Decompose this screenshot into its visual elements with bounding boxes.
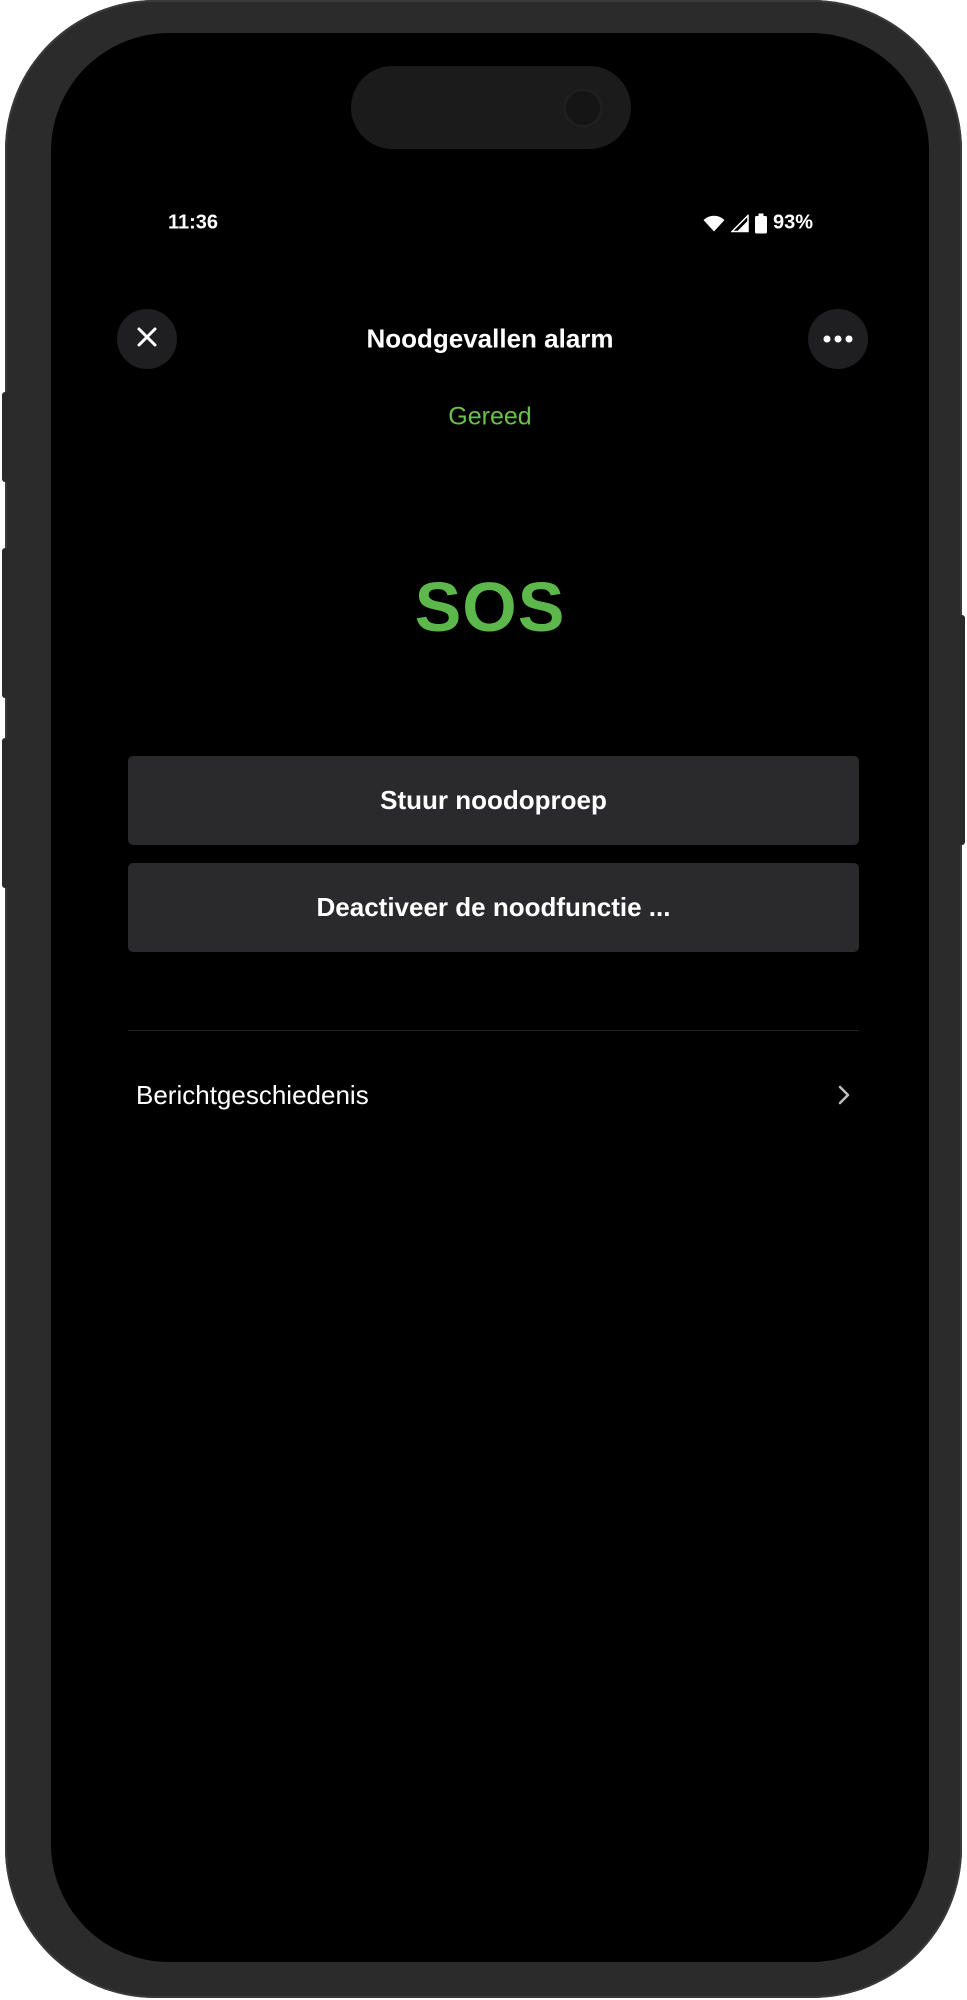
wifi-icon [703, 214, 725, 232]
action-button [2, 392, 8, 482]
power-button [959, 615, 965, 845]
phone-frame: 11:36 93% Noodgevallen alarm Gereed SOS … [2, 0, 965, 1998]
battery-icon [754, 213, 767, 233]
status-time: 11:36 [168, 211, 219, 234]
more-options-button[interactable] [808, 309, 868, 369]
status-label: Gereed [448, 402, 532, 431]
status-icons: 93% [703, 212, 813, 235]
sos-label: SOS [414, 568, 566, 646]
message-history-label: Berichtgeschiedenis [136, 1079, 369, 1110]
deactivate-emergency-button[interactable]: Deactiveer de noodfunctie ... [128, 863, 859, 952]
battery-percent: 93% [772, 211, 813, 234]
more-icon [823, 330, 853, 348]
volume-down-button [2, 738, 8, 888]
page-title: Noodgevallen alarm [366, 323, 614, 354]
volume-up-button [2, 548, 8, 698]
dynamic-island [351, 66, 631, 149]
message-history-row[interactable]: Berichtgeschiedenis [128, 1063, 859, 1127]
signal-icon [730, 214, 749, 232]
chevron-right-icon [837, 1084, 851, 1106]
front-camera [563, 88, 603, 128]
send-emergency-call-button[interactable]: Stuur noodoproep [128, 756, 859, 845]
phone-screen: 11:36 93% Noodgevallen alarm Gereed SOS … [51, 33, 929, 1962]
divider [128, 1030, 859, 1031]
